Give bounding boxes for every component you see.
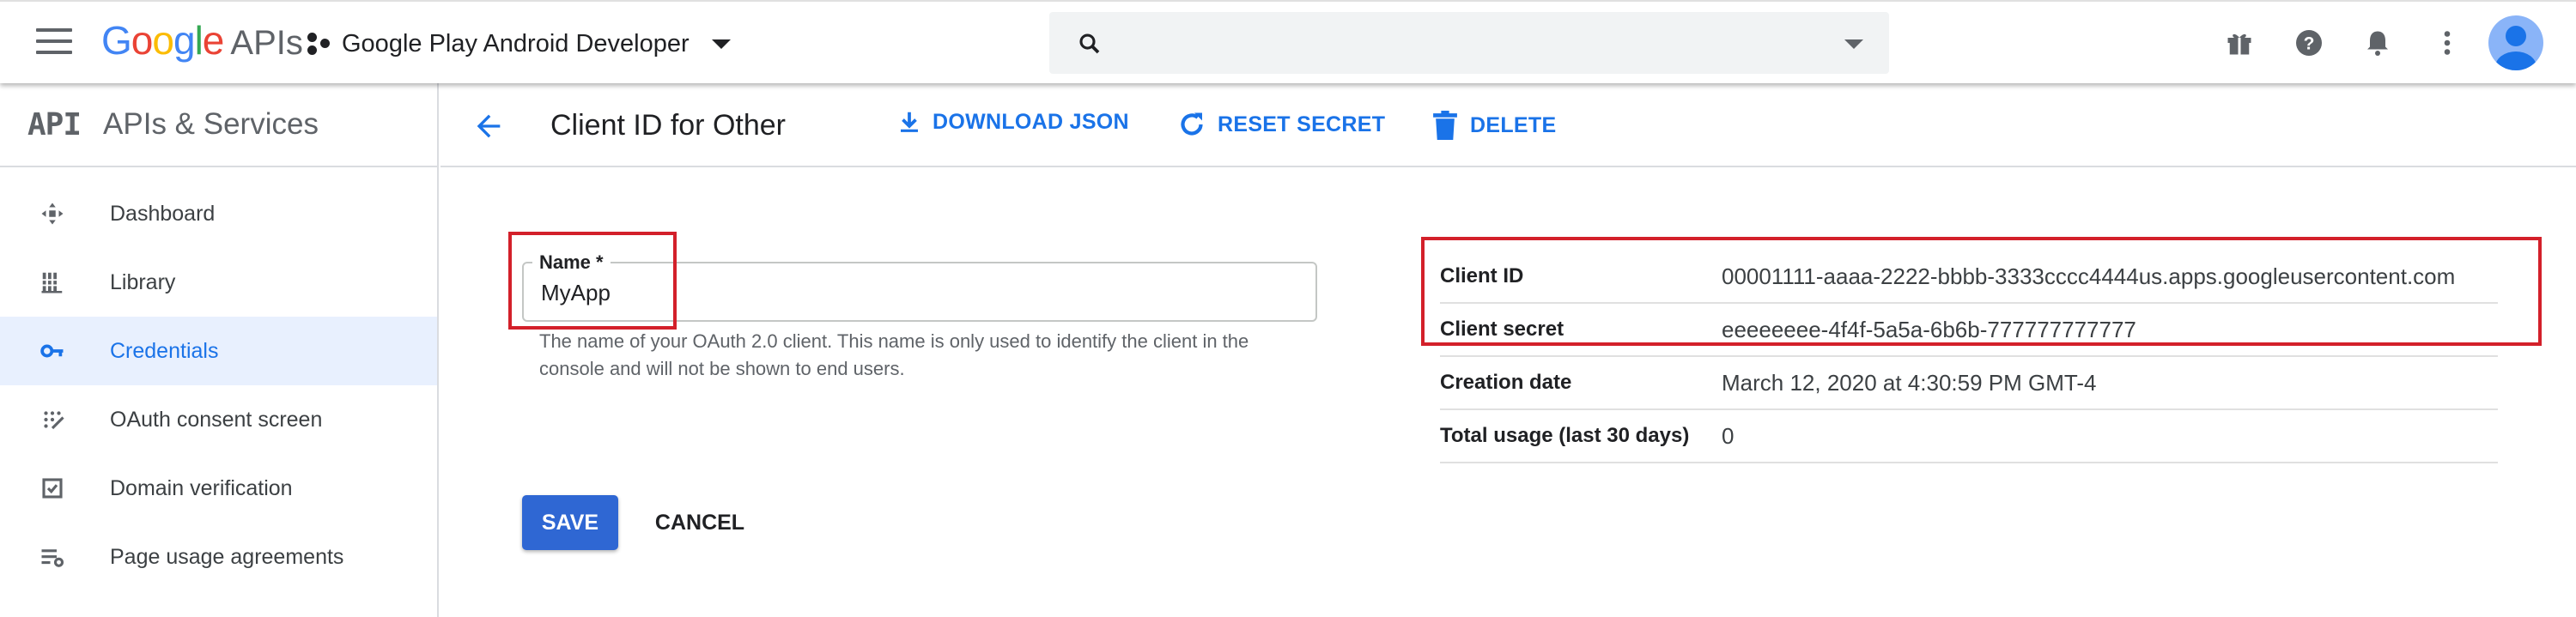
sidebar-item-page-usage[interactable]: Page usage agreements xyxy=(0,523,437,591)
reset-secret-label: RESET SECRET xyxy=(1218,112,1386,136)
logo-apis-text: APIs xyxy=(230,24,303,62)
menu-icon[interactable] xyxy=(36,28,72,57)
account-avatar[interactable] xyxy=(2488,15,2543,70)
name-hint-text: The name of your OAuth 2.0 client. This … xyxy=(539,330,1249,379)
sidebar-item-credentials[interactable]: Credentials xyxy=(0,317,437,385)
page-title: Client ID for Other xyxy=(550,109,786,142)
top-app-bar: Google APIs Google Play Android Develope… xyxy=(0,0,2576,83)
sidebar-item-library[interactable]: Library xyxy=(0,248,437,317)
project-dots-icon xyxy=(306,31,331,57)
logo-letter: o xyxy=(131,18,154,63)
client-id-key: Client ID xyxy=(1440,264,1524,287)
client-secret-value: eeeeeeee-4f4f-5a5a-6b6b-777777777777 xyxy=(1722,317,2136,342)
logo-letter: G xyxy=(101,18,132,63)
name-input[interactable] xyxy=(541,275,1297,310)
api-logo-icon: API xyxy=(27,106,82,142)
key-icon xyxy=(39,338,65,364)
notifications-icon[interactable] xyxy=(2362,27,2393,58)
table-row: Client secret eeeeeeee-4f4f-5a5a-6b6b-77… xyxy=(1440,304,2498,357)
project-name: Google Play Android Developer xyxy=(342,29,690,57)
more-vert-icon[interactable] xyxy=(2432,27,2463,58)
logo-letter: l xyxy=(194,18,204,63)
sidebar-item-label: Domain verification xyxy=(110,475,293,500)
save-button[interactable]: SAVE xyxy=(522,495,618,550)
domain-check-icon xyxy=(39,475,65,501)
page-header: Client ID for Other DOWNLOAD JSON RESET … xyxy=(440,83,2576,167)
download-json-label: DOWNLOAD JSON xyxy=(933,109,1129,134)
svg-text:?: ? xyxy=(2304,34,2315,54)
search-input[interactable] xyxy=(1118,24,1805,62)
sidebar-item-domain-verification[interactable]: Domain verification xyxy=(0,454,437,523)
creation-date-key: Creation date xyxy=(1440,371,1572,394)
sidebar-item-oauth-consent[interactable]: OAuth consent screen xyxy=(0,385,437,454)
sidebar-item-label: Library xyxy=(110,269,176,294)
client-id-value: 00001111-aaaa-2222-bbbb-3333cccc4444us.a… xyxy=(1722,263,2456,289)
sidebar-item-label: Page usage agreements xyxy=(110,544,344,569)
sidebar-item-dashboard[interactable]: Dashboard xyxy=(0,179,437,248)
reset-secret-button[interactable]: RESET SECRET xyxy=(1176,109,1385,140)
settings-list-icon xyxy=(39,544,65,570)
sidebar: API APIs & Services Dashboard Library Cr… xyxy=(0,83,439,617)
logo-letter: g xyxy=(173,18,196,63)
search-icon xyxy=(1077,31,1103,61)
creation-date-value: March 12, 2020 at 4:30:59 PM GMT-4 xyxy=(1722,370,2097,396)
back-arrow-icon[interactable] xyxy=(471,109,506,143)
logo-letter: o xyxy=(152,18,174,63)
table-row: Total usage (last 30 days) 0 xyxy=(1440,410,2498,463)
client-info-table: Client ID 00001111-aaaa-2222-bbbb-3333cc… xyxy=(1440,251,2498,463)
project-selector[interactable]: Google Play Android Developer xyxy=(306,24,731,64)
sidebar-item-label: Credentials xyxy=(110,338,219,363)
sidebar-nav: Dashboard Library Credentials OAuth cons… xyxy=(0,167,437,591)
sidebar-title: APIs & Services xyxy=(103,107,319,141)
chevron-down-icon xyxy=(711,39,731,49)
refresh-icon xyxy=(1181,112,1203,136)
search-bar[interactable] xyxy=(1049,12,1889,74)
logo-google-text: Google xyxy=(101,17,225,64)
consent-icon xyxy=(39,407,65,433)
download-icon xyxy=(901,112,918,132)
cancel-button[interactable]: CANCEL xyxy=(635,495,764,550)
delete-label: DELETE xyxy=(1470,112,1557,137)
sidebar-item-label: Dashboard xyxy=(110,201,216,226)
sidebar-header: API APIs & Services xyxy=(0,83,437,167)
library-icon xyxy=(39,269,65,295)
table-row: Client ID 00001111-aaaa-2222-bbbb-3333cc… xyxy=(1440,251,2498,304)
client-secret-key: Client secret xyxy=(1440,318,1564,341)
table-row: Creation date March 12, 2020 at 4:30:59 … xyxy=(1440,357,2498,410)
trash-icon xyxy=(1433,111,1457,140)
dashboard-icon xyxy=(39,201,65,227)
total-usage-key: Total usage (last 30 days) xyxy=(1440,424,1690,447)
total-usage-value: 0 xyxy=(1722,423,1735,449)
logo-letter: e xyxy=(202,18,225,63)
gift-icon[interactable] xyxy=(2224,27,2255,58)
google-apis-logo[interactable]: Google APIs xyxy=(101,17,303,65)
help-icon[interactable]: ? xyxy=(2293,27,2324,58)
name-field-label: Name * xyxy=(532,251,611,274)
download-json-button[interactable]: DOWNLOAD JSON xyxy=(896,109,1129,135)
search-dropdown-icon[interactable] xyxy=(1844,39,1863,49)
delete-button[interactable]: DELETE xyxy=(1431,109,1556,142)
name-field[interactable]: Name * xyxy=(522,251,1317,322)
sidebar-item-label: OAuth consent screen xyxy=(110,407,323,432)
